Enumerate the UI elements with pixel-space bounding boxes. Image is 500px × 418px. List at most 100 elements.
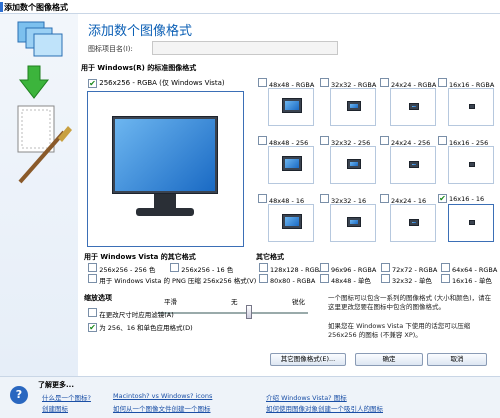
cancel-button[interactable]: 取消 [427, 353, 487, 366]
vista-option-3[interactable]: 用于 Windows Vista 的 PNG 压缩 256x256 格式(V) [88, 274, 256, 285]
format-cell[interactable]: 48x48 - RGBA [258, 78, 314, 126]
format-cell-header: 32x32 - 16 [320, 194, 376, 205]
other-format-checkbox[interactable] [259, 274, 268, 283]
format-preview[interactable] [330, 88, 376, 126]
format-cell[interactable]: 32x32 - 16 [320, 194, 376, 242]
other-formats-heading: 其它格式 [256, 253, 284, 261]
format-cell-header: 48x48 - 16 [258, 194, 314, 205]
sharpness-slider-track[interactable] [158, 312, 308, 314]
other-format-checkbox[interactable] [381, 274, 390, 283]
other-format-option[interactable]: 96x96 - RGBA [320, 263, 376, 274]
format-preview[interactable] [390, 88, 436, 126]
slider-label-sharpen: 锐化 [292, 298, 305, 306]
shrink-option-1-label: 在更改尺寸时应用滤镜(A) [99, 311, 174, 319]
other-formats-button[interactable]: 其它图像格式(E)... [270, 353, 346, 366]
format-preview[interactable] [448, 88, 494, 126]
format-cell-checkbox[interactable] [320, 136, 329, 145]
format-cell-header: 24x24 - 256 [380, 136, 436, 147]
ok-button[interactable]: 确定 [355, 353, 423, 366]
format-cell-checkbox[interactable] [380, 194, 389, 203]
shrink-option-1-checkbox[interactable] [88, 308, 97, 317]
format-cell[interactable]: 16x16 - RGBA [438, 78, 494, 126]
monitor-icon [409, 160, 419, 168]
sharpness-slider-thumb[interactable] [246, 305, 252, 319]
other-format-checkbox[interactable] [259, 263, 268, 272]
main-format-preview[interactable] [87, 91, 244, 247]
format-preview[interactable] [268, 204, 314, 242]
other-format-checkbox[interactable] [441, 274, 450, 283]
monitor-icon [469, 104, 475, 109]
format-cell-checkbox[interactable] [258, 194, 267, 203]
format-cell-header: 16x16 - 256 [438, 136, 494, 147]
format-cell-header: 16x16 - RGBA [438, 78, 494, 89]
format-preview[interactable] [330, 146, 376, 184]
format-cell[interactable]: 24x24 - RGBA [380, 78, 436, 126]
format-cell[interactable]: 24x24 - 256 [380, 136, 436, 184]
monitor-icon [409, 218, 419, 226]
other-format-option[interactable]: 64x64 - RGBA [441, 263, 497, 274]
other-format-label: 16x16 - 单色 [452, 277, 492, 285]
format-cell-checkbox[interactable] [380, 78, 389, 87]
vista-option-1-checkbox[interactable] [88, 263, 97, 272]
learn-more-title: 了解更多... [38, 381, 74, 389]
format-cell-checkbox[interactable] [380, 136, 389, 145]
link-image-objects[interactable]: 如何使用图像对象创建一个吸引人的图标 [266, 403, 383, 413]
link-mac-vs-win[interactable]: Macintosh? vs Windows? icons [113, 392, 212, 400]
format-cell[interactable]: 48x48 - 256 [258, 136, 314, 184]
format-cell[interactable]: 16x16 - 256 [438, 136, 494, 184]
link-what-is-icon[interactable]: 什么是一个图标? [42, 392, 91, 402]
main-format-checkbox-row[interactable]: 256x256 - RGBA (仅 Windows Vista) [88, 79, 225, 89]
shrink-options-heading: 缩放选项 [84, 294, 112, 302]
format-cell[interactable]: 24x24 - 16 [380, 194, 436, 242]
shrink-option-2-checkbox[interactable] [88, 323, 97, 332]
icon-name-input[interactable] [152, 41, 338, 55]
other-format-label: 72x72 - RGBA [392, 266, 438, 274]
format-cell-checkbox[interactable] [320, 194, 329, 203]
vista-option-1[interactable]: 256x256 - 256 色 [88, 263, 155, 274]
format-cell-checkbox[interactable] [438, 136, 447, 145]
format-cell[interactable]: 32x32 - RGBA [320, 78, 376, 126]
format-cell-checkbox[interactable] [438, 194, 447, 203]
info-text-2: 如果您在 Windows Vista 下使用的话您可以压缩 256x256 的图… [328, 322, 471, 339]
format-preview[interactable] [448, 204, 494, 242]
format-preview[interactable] [268, 88, 314, 126]
format-cell-checkbox[interactable] [320, 78, 329, 87]
format-preview[interactable] [448, 146, 494, 184]
vista-option-2-checkbox[interactable] [170, 263, 179, 272]
vista-option-2[interactable]: 256x256 - 16 色 [170, 263, 233, 274]
format-cell[interactable]: 16x16 - 16 [438, 194, 494, 242]
shrink-option-2[interactable]: 为 256、16 和单色应用格式(D) [88, 322, 193, 332]
slider-label-none: 无 [231, 298, 238, 306]
app-icon [0, 2, 3, 12]
other-format-label: 48x48 - 单色 [331, 277, 371, 285]
other-format-option[interactable]: 48x48 - 单色 [320, 274, 371, 285]
vista-option-3-checkbox[interactable] [88, 274, 97, 283]
other-format-option[interactable]: 16x16 - 单色 [441, 274, 492, 285]
format-cell-checkbox[interactable] [438, 78, 447, 87]
format-cell-checkbox[interactable] [258, 78, 267, 87]
format-preview[interactable] [268, 146, 314, 184]
format-preview[interactable] [330, 204, 376, 242]
other-format-option[interactable]: 128x128 - RGBA [259, 263, 324, 274]
link-vista-icons[interactable]: 介绍 Windows Vista? 图标 [266, 392, 347, 402]
shrink-option-1[interactable]: 在更改尺寸时应用滤镜(A) [88, 308, 174, 319]
other-format-option[interactable]: 32x32 - 单色 [381, 274, 432, 285]
main-format-checkbox[interactable] [88, 79, 97, 88]
format-cell-checkbox[interactable] [258, 136, 267, 145]
monitor-icon [347, 100, 361, 112]
link-create-icon[interactable]: 创建图标 [42, 403, 68, 413]
vista-option-1-label: 256x256 - 256 色 [99, 266, 156, 274]
format-cell[interactable]: 48x48 - 16 [258, 194, 314, 242]
other-format-checkbox[interactable] [320, 263, 329, 272]
format-preview[interactable] [390, 146, 436, 184]
other-format-option[interactable]: 80x80 - RGBA [259, 274, 315, 285]
other-format-checkbox[interactable] [320, 274, 329, 283]
format-cell[interactable]: 32x32 - 256 [320, 136, 376, 184]
other-format-checkbox[interactable] [381, 263, 390, 272]
format-preview[interactable] [390, 204, 436, 242]
wizard-illustration-icon [17, 21, 72, 184]
other-format-option[interactable]: 72x72 - RGBA [381, 263, 437, 274]
help-icon: ? [10, 386, 28, 404]
other-format-checkbox[interactable] [441, 263, 450, 272]
link-from-image[interactable]: 如何从一个图像文件创建一个图标 [113, 403, 211, 413]
